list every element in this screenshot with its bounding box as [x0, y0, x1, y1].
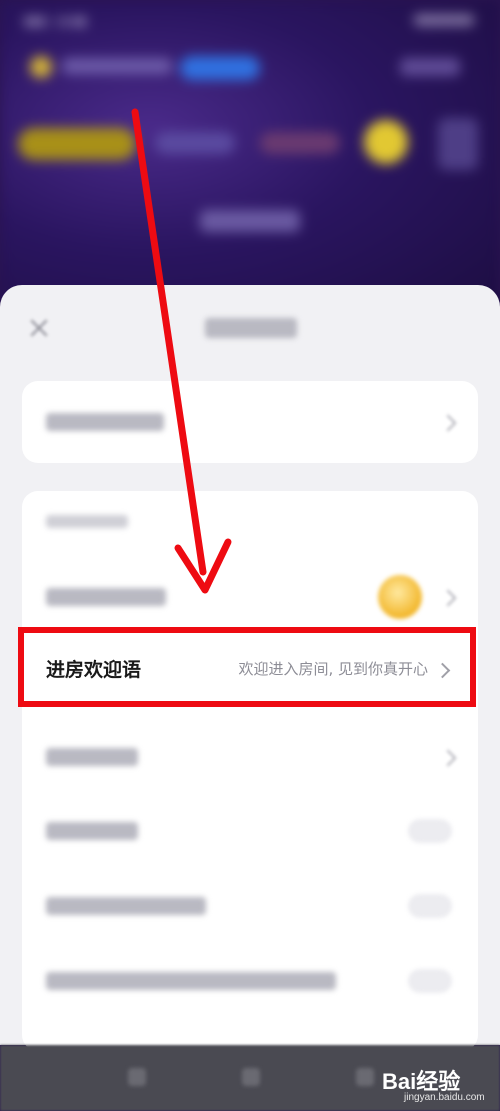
row-label	[46, 748, 138, 766]
nav-home-icon[interactable]	[242, 1068, 260, 1086]
nav-back-icon[interactable]	[128, 1068, 146, 1086]
background-app-screen: ▮▮▮ ▯ ▮ ▮▮	[0, 0, 500, 320]
room-name	[62, 58, 172, 74]
chip-badge[interactable]	[18, 128, 136, 160]
sheet-header	[0, 285, 500, 373]
welcome-message-row[interactable]: 进房欢迎语 欢迎进入房间, 见到你真开心	[18, 627, 476, 707]
chevron-right-icon	[439, 589, 457, 607]
row-label	[46, 822, 138, 840]
watermark-url: jingyan.baidu.com	[404, 1092, 485, 1103]
chevron-right-icon	[439, 414, 457, 432]
settings-row-3[interactable]	[22, 729, 478, 785]
settings-row-toggle-1[interactable]	[22, 803, 478, 859]
row-label	[46, 897, 206, 915]
toggle-switch[interactable]	[408, 969, 452, 993]
settings-card-top	[22, 381, 478, 463]
settings-row-toggle-3[interactable]	[22, 953, 478, 1009]
toggle-switch[interactable]	[408, 819, 452, 843]
welcome-message-label: 进房欢迎语	[46, 659, 142, 681]
status-bar-right	[414, 14, 474, 26]
settings-row-toggle-2[interactable]	[22, 878, 478, 934]
nav-recent-icon[interactable]	[356, 1068, 374, 1086]
chevron-right-icon	[439, 749, 457, 767]
avatar	[378, 575, 422, 619]
settings-row-1[interactable]	[22, 394, 478, 450]
section-header	[46, 515, 128, 528]
close-icon[interactable]	[26, 315, 52, 341]
header-icons[interactable]	[400, 58, 460, 76]
status-bar-left: ▮▮▮ ▯ ▮ ▮▮	[24, 14, 87, 29]
side-button[interactable]	[438, 118, 478, 170]
room-title	[200, 210, 300, 232]
chevron-right-icon	[434, 662, 451, 679]
host-avatar[interactable]	[364, 120, 408, 164]
toggle-switch[interactable]	[408, 894, 452, 918]
follow-pill[interactable]	[180, 56, 260, 80]
row-label	[46, 972, 336, 990]
settings-row-avatar[interactable]	[22, 569, 478, 625]
chip-info[interactable]	[155, 132, 235, 154]
settings-card-main	[22, 491, 478, 1051]
chip-info-2[interactable]	[260, 132, 340, 154]
row-label	[46, 588, 166, 606]
sheet-title	[205, 318, 297, 338]
welcome-message-value: 欢迎进入房间, 见到你真开心	[238, 660, 428, 678]
row-label	[46, 413, 164, 431]
room-logo	[30, 56, 52, 78]
baidu-jingyan-watermark: Bai经验 jingyan.baidu.com	[382, 1062, 492, 1103]
